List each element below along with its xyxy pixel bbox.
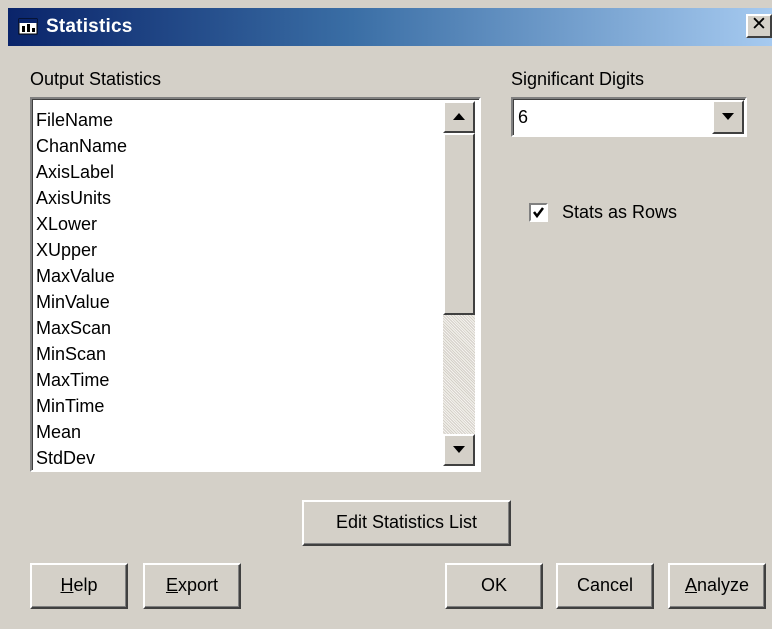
output-statistics-list[interactable]: FileName ChanName AxisLabel AxisUnits XLower… bbox=[36, 107, 436, 470]
list-item[interactable]: MaxValue bbox=[36, 263, 436, 289]
export-button[interactable]: Export bbox=[143, 563, 241, 609]
title-bar[interactable]: Statistics ✕ bbox=[8, 8, 772, 46]
edit-statistics-list-label: Edit Statistics List bbox=[335, 512, 478, 532]
ok-label: OK bbox=[480, 575, 507, 595]
significant-digits-dropdown-button[interactable] bbox=[712, 100, 744, 134]
analyze-button[interactable]: Analyze bbox=[668, 563, 766, 609]
significant-digits-select[interactable]: 6 bbox=[511, 97, 747, 137]
scroll-down-arrow-icon bbox=[453, 441, 465, 458]
list-item[interactable]: MinValue bbox=[36, 289, 436, 315]
list-item[interactable]: StdDev bbox=[36, 445, 436, 470]
window-app-icon bbox=[18, 17, 40, 37]
export-label-rest: xport bbox=[177, 575, 219, 595]
list-item[interactable]: XLower bbox=[36, 211, 436, 237]
stats-as-rows-checkbox[interactable] bbox=[529, 203, 548, 222]
list-item[interactable]: MinTime bbox=[36, 393, 436, 419]
list-item[interactable]: Mean bbox=[36, 419, 436, 445]
list-item[interactable]: MaxTime bbox=[36, 367, 436, 393]
ok-button[interactable]: OK bbox=[445, 563, 543, 609]
close-button[interactable]: ✕ bbox=[746, 14, 772, 38]
list-item[interactable]: ChanName bbox=[36, 133, 436, 159]
checkmark-icon bbox=[531, 207, 546, 224]
window-frame bbox=[0, 0, 772, 8]
edit-statistics-list-button[interactable]: Edit Statistics List bbox=[302, 500, 511, 546]
list-item[interactable]: FileName bbox=[36, 107, 436, 133]
scroll-up-arrow-icon bbox=[453, 108, 465, 125]
list-vertical-scrollbar[interactable] bbox=[443, 101, 475, 466]
help-button[interactable]: Help bbox=[30, 563, 128, 609]
stats-as-rows-label[interactable]: Stats as Rows bbox=[562, 202, 677, 223]
scroll-down-button[interactable] bbox=[443, 434, 475, 466]
list-item[interactable]: MinScan bbox=[36, 341, 436, 367]
significant-digits-label: Significant Digits bbox=[511, 69, 645, 89]
scrollbar-thumb[interactable] bbox=[443, 133, 475, 315]
window-title: Statistics bbox=[46, 16, 133, 37]
help-mnemonic: H bbox=[60, 575, 74, 595]
list-item[interactable]: XUpper bbox=[36, 237, 436, 263]
scroll-up-button[interactable] bbox=[443, 101, 475, 133]
analyze-mnemonic: A bbox=[684, 575, 697, 595]
cancel-button[interactable]: Cancel bbox=[556, 563, 654, 609]
list-item[interactable]: AxisUnits bbox=[36, 185, 436, 211]
significant-digits-value: 6 bbox=[518, 107, 529, 127]
cancel-label: Cancel bbox=[576, 575, 634, 595]
analyze-label-rest: nalyze bbox=[696, 575, 750, 595]
list-item[interactable]: MaxScan bbox=[36, 315, 436, 341]
list-item[interactable]: AxisLabel bbox=[36, 159, 436, 185]
export-mnemonic: E bbox=[165, 575, 178, 595]
output-statistics-listbox[interactable]: FileName ChanName AxisLabel AxisUnits XLower… bbox=[30, 97, 481, 472]
output-statistics-label: Output Statistics bbox=[30, 69, 162, 89]
help-label-rest: elp bbox=[73, 575, 98, 595]
close-icon: ✕ bbox=[751, 14, 767, 35]
dropdown-arrow-icon bbox=[722, 108, 734, 125]
